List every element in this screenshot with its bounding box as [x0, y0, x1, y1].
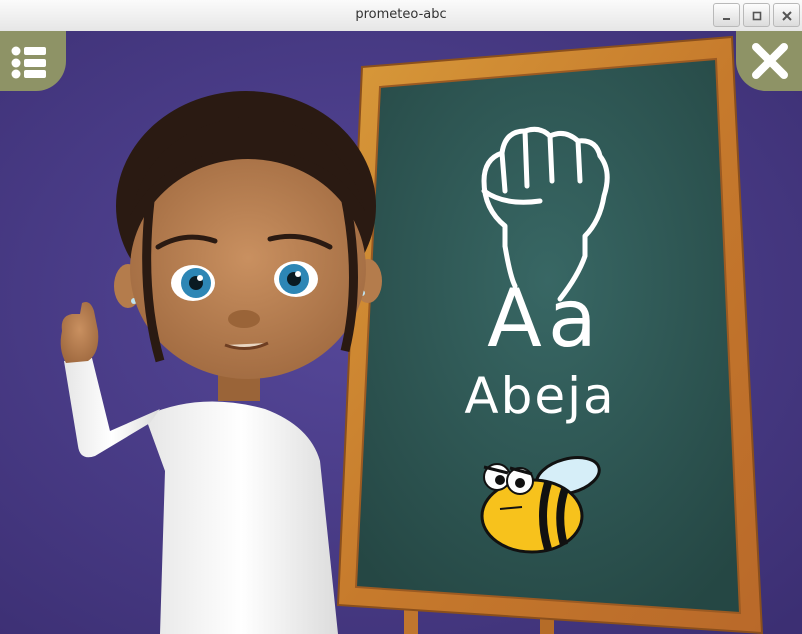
scene-background	[0, 31, 802, 634]
game-scene: Aa Abeja	[0, 31, 802, 634]
window-title: prometeo-abc	[355, 7, 447, 22]
window-close-button[interactable]	[773, 3, 800, 27]
maximize-button[interactable]	[743, 3, 770, 27]
close-icon	[782, 11, 792, 21]
list-icon	[11, 46, 46, 79]
minimize-icon	[723, 18, 730, 20]
board-letter: Aa	[487, 272, 603, 365]
close-x-icon	[752, 43, 788, 79]
board-word: Abeja	[464, 367, 616, 425]
title-bar: prometeo-abc	[0, 0, 802, 32]
app-window: prometeo-abc Aa Abeja	[0, 0, 802, 634]
maximize-icon	[752, 11, 762, 21]
minimize-button[interactable]	[713, 3, 740, 27]
close-button[interactable]	[736, 31, 802, 91]
menu-button[interactable]	[0, 31, 66, 91]
